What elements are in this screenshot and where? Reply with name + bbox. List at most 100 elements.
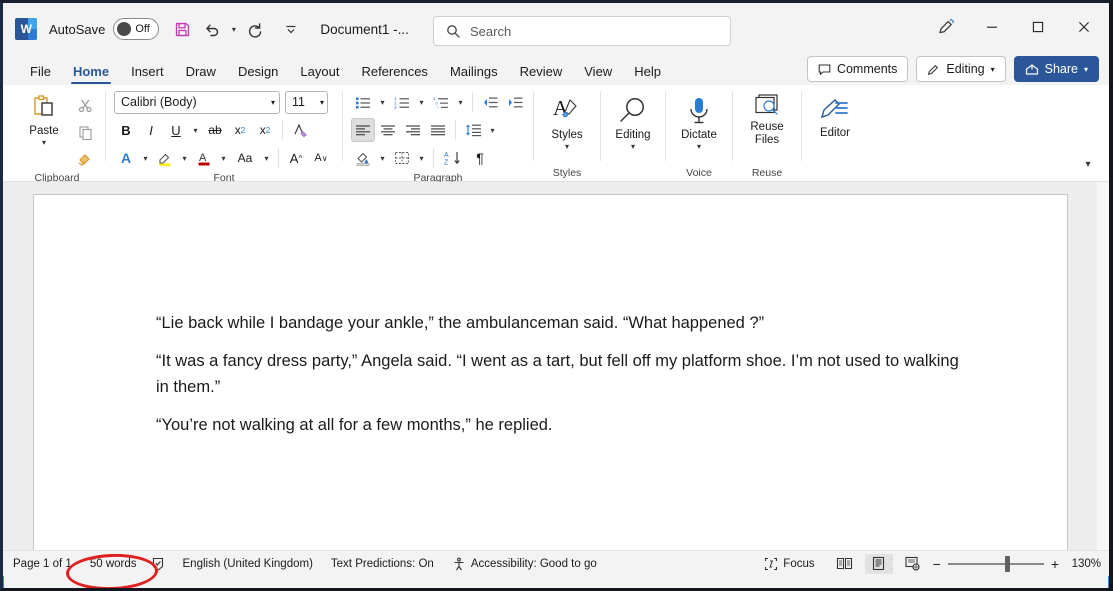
tab-references[interactable]: References xyxy=(350,61,438,85)
customize-quick-access-icon[interactable] xyxy=(276,14,306,44)
superscript-button[interactable]: x2 xyxy=(253,118,277,142)
align-center-button[interactable] xyxy=(376,118,400,142)
copy-button[interactable] xyxy=(73,120,97,144)
font-color-chevron-down-icon[interactable]: ▾ xyxy=(217,147,230,169)
font-size-combo[interactable]: 11 ▾ xyxy=(285,90,328,114)
font-color-button[interactable]: A xyxy=(192,146,216,170)
tab-view[interactable]: View xyxy=(573,61,623,85)
bold-button[interactable]: B xyxy=(114,118,138,142)
numbering-button[interactable]: 1 2 3 xyxy=(390,90,414,114)
numbering-chevron-down-icon[interactable]: ▾ xyxy=(415,91,428,113)
multilevel-list-chevron-down-icon[interactable]: ▾ xyxy=(454,91,467,113)
close-icon[interactable] xyxy=(1061,7,1107,47)
tab-design[interactable]: Design xyxy=(227,61,289,85)
proofing-status[interactable] xyxy=(151,557,165,571)
autosave-toggle[interactable]: Off xyxy=(113,18,160,40)
font-name-combo[interactable]: Calibri (Body) ▾ xyxy=(114,90,280,114)
search-input[interactable]: Search xyxy=(433,16,731,46)
tab-home[interactable]: Home xyxy=(62,61,120,85)
borders-chevron-down-icon[interactable]: ▾ xyxy=(415,147,428,169)
print-layout-button[interactable] xyxy=(864,553,893,574)
change-case-button[interactable]: Aa xyxy=(231,146,259,170)
document-title[interactable]: Document1 -... xyxy=(320,22,409,37)
editing-mode-button[interactable]: Editing ▾ xyxy=(916,56,1006,82)
subscript-button[interactable]: x2 xyxy=(228,118,252,142)
show-formatting-marks-button[interactable]: ¶ xyxy=(468,146,492,170)
underline-button[interactable]: U xyxy=(164,118,188,142)
italic-button[interactable]: I xyxy=(139,118,163,142)
text-effects-button[interactable]: A xyxy=(114,146,138,170)
change-case-chevron-down-icon[interactable]: ▾ xyxy=(260,147,273,169)
tab-draw[interactable]: Draw xyxy=(175,61,227,85)
zoom-slider-track[interactable] xyxy=(947,555,1044,572)
clear-formatting-button[interactable] xyxy=(288,118,312,142)
tab-review[interactable]: Review xyxy=(509,61,574,85)
justify-button[interactable] xyxy=(426,118,450,142)
borders-button[interactable] xyxy=(390,146,414,170)
dictate-button[interactable]: Dictate ▾ xyxy=(674,93,724,151)
multilevel-list-button[interactable]: 1 a i xyxy=(429,90,453,114)
styles-chevron-down-icon[interactable]: ▾ xyxy=(565,143,569,151)
zoom-in-button[interactable]: + xyxy=(1051,556,1059,572)
paste-chevron-down-icon[interactable]: ▾ xyxy=(42,139,46,147)
align-right-button[interactable] xyxy=(401,118,425,142)
zoom-slider-control[interactable]: − + xyxy=(933,555,1059,572)
zoom-out-button[interactable]: − xyxy=(933,556,941,572)
word-count-status[interactable]: 50 words xyxy=(90,558,137,570)
bullets-button[interactable] xyxy=(351,90,375,114)
zoom-slider-thumb[interactable] xyxy=(1004,555,1010,572)
highlight-color-button[interactable] xyxy=(153,146,177,170)
document-page[interactable]: “Lie back while I bandage your ankle,” t… xyxy=(33,194,1068,550)
focus-mode-button[interactable]: Focus xyxy=(764,557,815,571)
grow-font-button[interactable]: A ^ xyxy=(284,146,308,170)
bullets-chevron-down-icon[interactable]: ▾ xyxy=(376,91,389,113)
shrink-font-button[interactable]: A ∨ xyxy=(309,146,333,170)
document-text[interactable]: “Lie back while I bandage your ankle,” t… xyxy=(34,195,1067,438)
print-layout-icon xyxy=(873,556,885,571)
dictate-chevron-down-icon[interactable]: ▾ xyxy=(697,143,701,151)
reuse-files-button[interactable]: Reuse Files xyxy=(741,91,793,147)
strikethrough-button[interactable]: ab xyxy=(203,118,227,142)
sort-button[interactable]: A Z xyxy=(439,146,467,170)
text-effects-chevron-down-icon[interactable]: ▾ xyxy=(139,147,152,169)
highlight-color-chevron-down-icon[interactable]: ▾ xyxy=(178,147,191,169)
read-mode-button[interactable] xyxy=(831,554,859,574)
web-layout-button[interactable] xyxy=(899,554,927,574)
ink-pen-icon[interactable] xyxy=(923,7,969,47)
collapse-ribbon-chevron-down-icon[interactable]: ▾ xyxy=(1075,153,1101,175)
line-spacing-chevron-down-icon[interactable]: ▾ xyxy=(486,119,499,141)
comments-button[interactable]: Comments xyxy=(806,56,909,82)
editing-button-chevron-down-icon[interactable]: ▾ xyxy=(631,143,635,151)
underline-chevron-down-icon[interactable]: ▾ xyxy=(189,119,202,141)
tab-help[interactable]: Help xyxy=(623,61,672,85)
undo-dropdown-chevron-down-icon[interactable]: ▾ xyxy=(227,18,240,40)
zoom-level-label[interactable]: 130% xyxy=(1067,558,1101,570)
line-spacing-button[interactable] xyxy=(461,118,485,142)
editor-button[interactable]: Editor xyxy=(810,95,860,140)
align-left-button[interactable] xyxy=(351,118,375,142)
editing-button[interactable]: Editing ▾ xyxy=(609,93,657,151)
page-number-status[interactable]: Page 1 of 1 xyxy=(13,558,72,570)
share-button[interactable]: Share ▾ xyxy=(1013,56,1099,82)
accessibility-status[interactable]: Accessibility: Good to go xyxy=(452,557,597,571)
tab-mailings[interactable]: Mailings xyxy=(439,61,509,85)
save-icon[interactable] xyxy=(167,14,197,44)
cut-button[interactable] xyxy=(73,93,97,117)
redo-icon[interactable] xyxy=(240,14,270,44)
paste-button[interactable]: Paste ▾ xyxy=(17,91,71,147)
tab-layout[interactable]: Layout xyxy=(289,61,350,85)
minimize-icon[interactable] xyxy=(969,7,1015,47)
shading-button[interactable] xyxy=(351,146,375,170)
text-predictions-status[interactable]: Text Predictions: On xyxy=(331,558,434,570)
maximize-icon[interactable] xyxy=(1015,7,1061,47)
undo-icon[interactable] xyxy=(197,14,227,44)
format-painter-button[interactable] xyxy=(73,147,97,171)
language-status[interactable]: English (United Kingdom) xyxy=(183,558,313,570)
vertical-scrollbar[interactable] xyxy=(1097,182,1109,550)
decrease-indent-button[interactable] xyxy=(478,90,502,114)
increase-indent-button[interactable] xyxy=(503,90,527,114)
tab-insert[interactable]: Insert xyxy=(120,61,175,85)
tab-file[interactable]: File xyxy=(19,61,62,85)
styles-button[interactable]: A Styles ▾ xyxy=(542,93,592,151)
shading-chevron-down-icon[interactable]: ▾ xyxy=(376,147,389,169)
